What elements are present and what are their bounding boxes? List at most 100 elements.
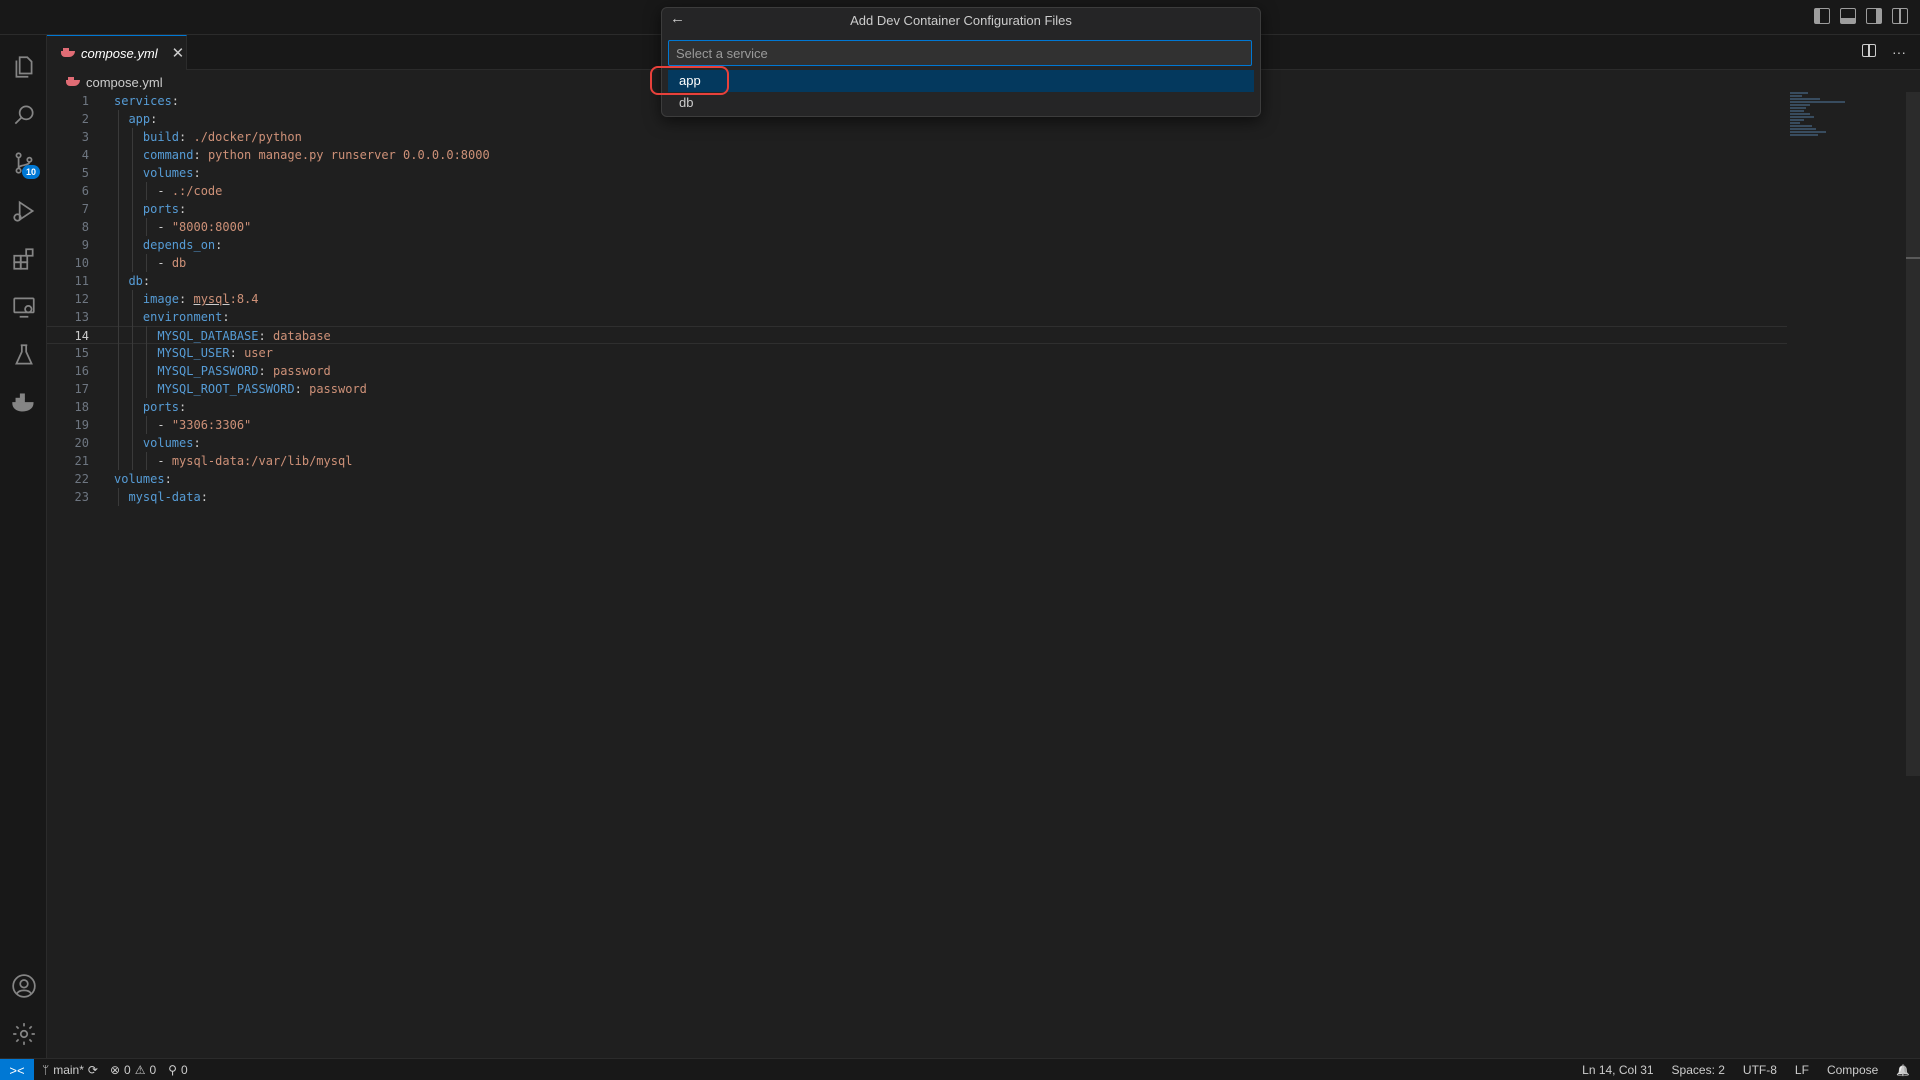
search-icon[interactable] — [0, 91, 47, 139]
minimap[interactable] — [1790, 92, 1850, 142]
service-option-db[interactable]: db — [668, 92, 1254, 114]
cursor-position[interactable]: Ln 14, Col 31 — [1582, 1063, 1653, 1077]
code-text: mysql-data: — [128, 490, 208, 504]
service-option-app[interactable]: app — [668, 70, 1254, 92]
source-control-icon[interactable]: 10 — [0, 139, 47, 187]
yaml-key: db — [128, 274, 143, 288]
branch-name: main* — [53, 1063, 84, 1077]
explorer-icon[interactable] — [0, 43, 47, 91]
code-line[interactable]: 7 ports: — [47, 200, 1787, 218]
code-text: volumes: — [142, 166, 201, 180]
run-debug-icon[interactable] — [0, 187, 47, 235]
code-line[interactable]: 19 - "3306:3306" — [47, 416, 1787, 434]
encoding[interactable]: UTF-8 — [1743, 1063, 1777, 1077]
code-line[interactable]: 21 - mysql-data:/var/lib/mysql — [47, 452, 1787, 470]
quick-pick-title: Add Dev Container Configuration Files — [850, 12, 1072, 28]
yaml-key: mysql-data — [128, 490, 201, 504]
code-line[interactable]: 13 environment: — [47, 308, 1787, 326]
code-line[interactable]: 5 volumes: — [47, 164, 1787, 182]
code-line[interactable]: 14 MYSQL_DATABASE: database — [47, 326, 1787, 344]
line-number: 23 — [74, 490, 89, 504]
code-text: command: python manage.py runserver 0.0.… — [142, 148, 490, 162]
layout-controls — [1814, 8, 1908, 24]
settings-gear-icon[interactable] — [0, 1010, 47, 1058]
code-text: db: — [128, 274, 151, 288]
yaml-key: image — [142, 292, 180, 306]
yaml-key: volumes — [142, 166, 194, 180]
code-line[interactable]: 10 - db — [47, 254, 1787, 272]
source-control-badge: 10 — [22, 165, 41, 179]
docker-file-icon — [61, 48, 75, 58]
branch-indicator[interactable]: ᛘ main* ⟳ — [42, 1063, 98, 1077]
code-line[interactable]: 8 - "8000:8000" — [47, 218, 1787, 236]
service-search-input[interactable] — [668, 40, 1252, 66]
line-number: 7 — [81, 202, 89, 216]
code-line[interactable]: 6 - .:/code — [47, 182, 1787, 200]
toggle-panel-icon[interactable] — [1840, 8, 1856, 24]
code-line[interactable]: 3 build: ./docker/python — [47, 128, 1787, 146]
back-arrow-icon[interactable]: ← — [670, 10, 685, 27]
indentation[interactable]: Spaces: 2 — [1672, 1063, 1725, 1077]
remote-explorer-icon[interactable] — [0, 283, 47, 331]
more-actions-icon[interactable]: ··· — [1892, 44, 1906, 60]
code-text: - "8000:8000" — [157, 220, 252, 234]
yaml-value: mysql:8.4 — [193, 292, 259, 306]
line-number: 10 — [74, 256, 89, 270]
code-line[interactable]: 20 volumes: — [47, 434, 1787, 452]
remote-indicator-button[interactable]: >< — [0, 1059, 34, 1080]
tab-label: compose.yml — [81, 45, 158, 61]
code-line[interactable]: 22 volumes: — [47, 470, 1787, 488]
indent-guide — [146, 182, 147, 200]
code-line[interactable]: 12 image: mysql:8.4 — [47, 290, 1787, 308]
language-mode[interactable]: Compose — [1827, 1063, 1878, 1077]
line-number: 21 — [74, 454, 89, 468]
yaml-value: ./docker/python — [193, 130, 302, 144]
toggle-primary-sidebar-icon[interactable] — [1814, 8, 1830, 24]
line-number: 6 — [81, 184, 89, 198]
code-text: MYSQL_USER: user — [157, 346, 273, 360]
line-number: 12 — [74, 292, 89, 306]
extensions-icon[interactable] — [0, 235, 47, 283]
indent-guide — [146, 218, 147, 236]
yaml-value: python manage.py runserver 0.0.0.0:8000 — [207, 148, 490, 162]
customize-layout-icon[interactable] — [1892, 8, 1908, 24]
code-line[interactable]: 11 db: — [47, 272, 1787, 290]
code-text: build: ./docker/python — [142, 130, 302, 144]
indent-guide — [118, 110, 119, 470]
split-editor-icon[interactable] — [1862, 44, 1876, 57]
code-editor[interactable]: 1 services: 2 app: 3 build: ./docker/python… — [47, 92, 1920, 1058]
end-of-line[interactable]: LF — [1795, 1063, 1809, 1077]
code-line[interactable]: 15 MYSQL_USER: user — [47, 344, 1787, 362]
close-icon[interactable]: ✕ — [172, 44, 185, 62]
sync-icon[interactable]: ⟳ — [88, 1063, 98, 1077]
toggle-secondary-sidebar-icon[interactable] — [1866, 8, 1882, 24]
testing-icon[interactable] — [0, 331, 47, 379]
line-number: 4 — [81, 148, 89, 162]
code-line[interactable]: 9 depends_on: — [47, 236, 1787, 254]
code-line[interactable]: 4 command: python manage.py runserver 0.… — [47, 146, 1787, 164]
tab-compose-yml[interactable]: compose.yml ✕ — [47, 35, 187, 70]
activity-bar: 10 — [0, 35, 47, 1058]
yaml-value: password — [272, 364, 331, 378]
code-text: - db — [157, 256, 187, 270]
problems-indicator[interactable]: ⊗ 0 ⚠ 0 — [110, 1063, 156, 1077]
code-line[interactable]: 17 MYSQL_ROOT_PASSWORD: password — [47, 380, 1787, 398]
yaml-value: user — [244, 346, 273, 360]
line-number: 8 — [81, 220, 89, 234]
docker-icon[interactable] — [0, 379, 47, 427]
code-text: volumes: — [142, 436, 201, 450]
code-line[interactable]: 16 MYSQL_PASSWORD: password — [47, 362, 1787, 380]
vertical-scrollbar[interactable] — [1906, 92, 1920, 776]
ports-indicator[interactable]: ⚲ 0 — [168, 1063, 187, 1077]
code-line[interactable]: 23 mysql-data: — [47, 488, 1787, 506]
line-number: 2 — [81, 112, 89, 126]
ports-icon: ⚲ — [168, 1063, 177, 1077]
code-line[interactable]: 18 ports: — [47, 398, 1787, 416]
breadcrumb-file[interactable]: compose.yml — [86, 75, 163, 90]
git-branch-icon: ᛘ — [42, 1063, 50, 1077]
docker-file-icon — [66, 77, 80, 87]
code-text: ports: — [142, 400, 187, 414]
accounts-icon[interactable] — [0, 962, 47, 1010]
notifications-bell-icon[interactable]: 🔔 — [1896, 1064, 1910, 1077]
yaml-key: volumes — [114, 472, 165, 486]
